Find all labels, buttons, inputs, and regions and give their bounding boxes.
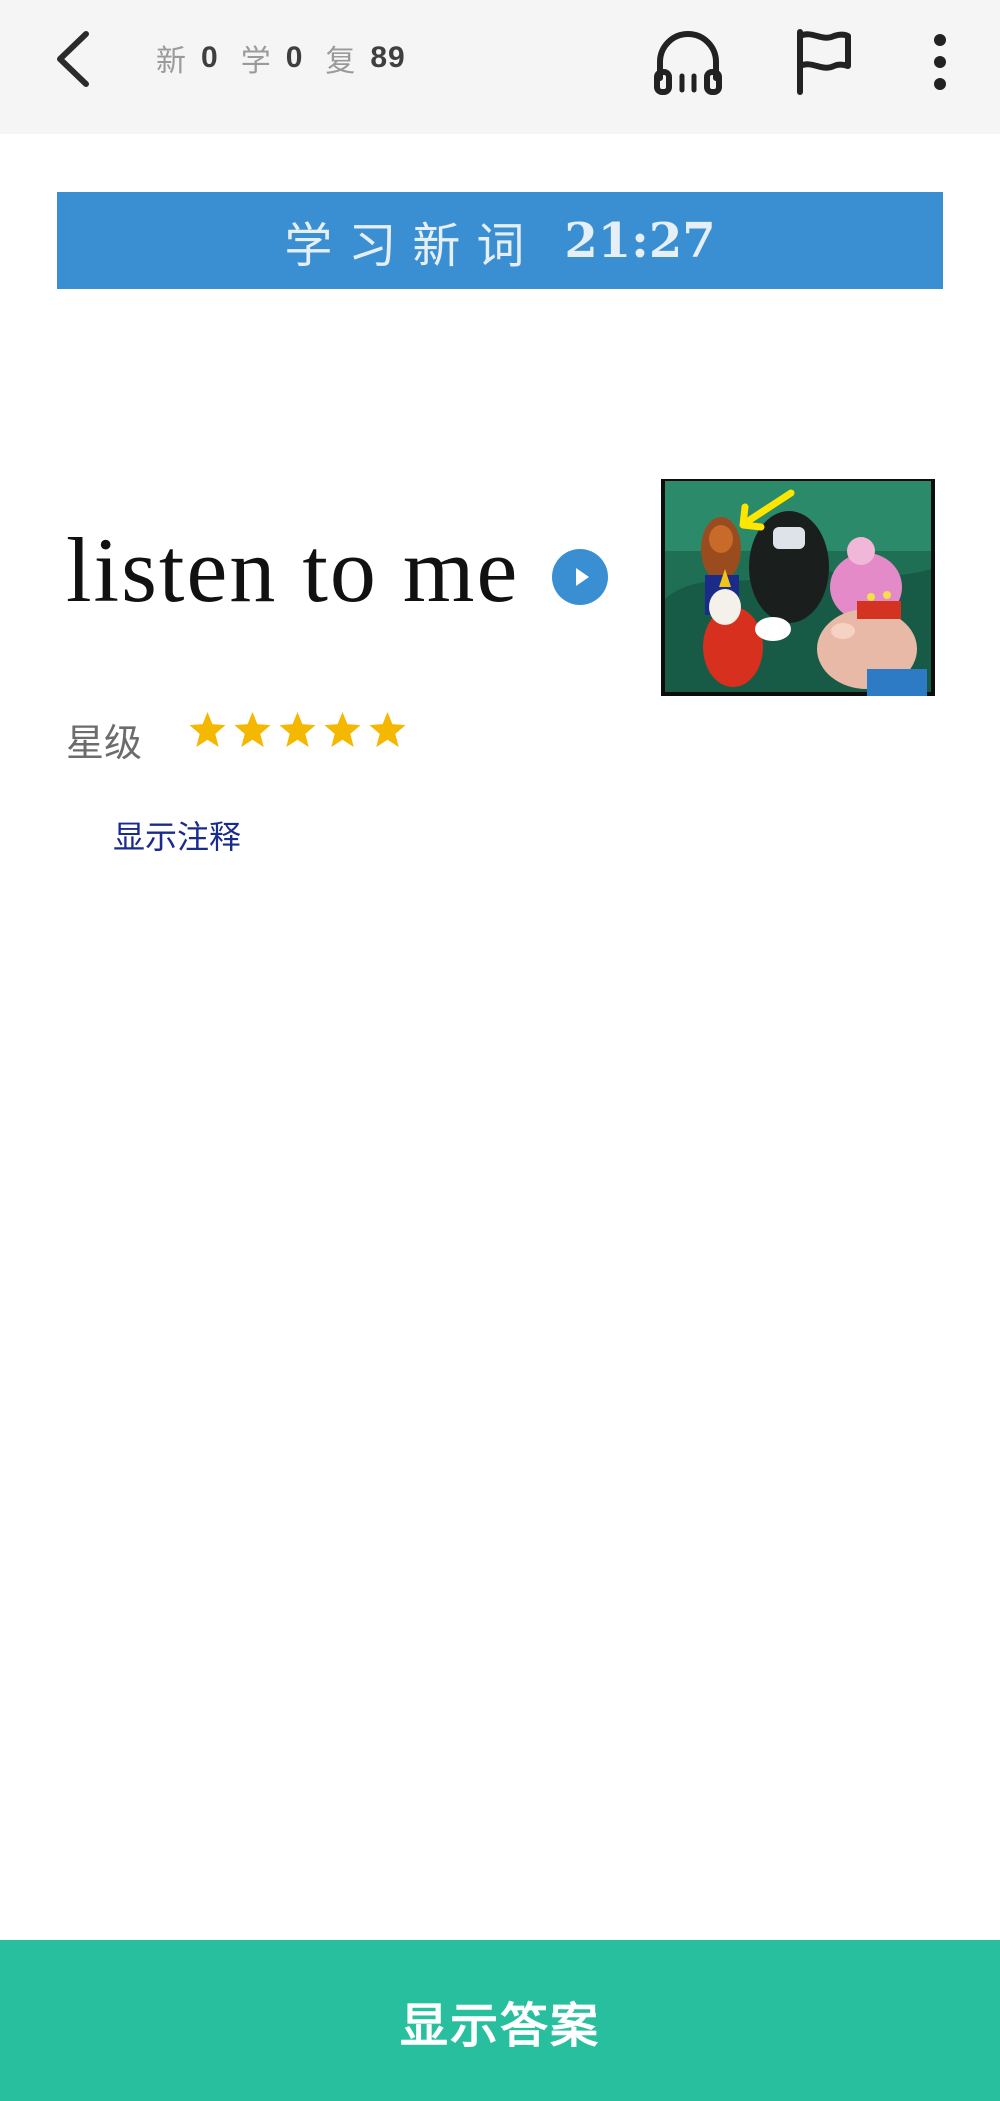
review-count: 89	[370, 41, 406, 74]
banner-title: 学习新词	[284, 217, 541, 274]
show-answer-button[interactable]: 显示答案	[0, 1940, 1000, 2101]
cartoon-illustration	[661, 479, 935, 696]
flag-button[interactable]	[786, 26, 858, 98]
more-vertical-icon	[934, 34, 946, 90]
show-notes-link[interactable]: 显示注释	[113, 812, 241, 858]
listen-mode-button[interactable]	[652, 26, 724, 98]
review-count-label: 复	[325, 44, 357, 79]
rating-label: 星级	[66, 721, 143, 765]
star-icon	[324, 711, 361, 748]
star-rating	[188, 710, 407, 749]
star-icon	[234, 711, 271, 748]
study-word: listen to me	[66, 519, 520, 621]
top-bar: 新 0 学 0 复 89	[0, 0, 1000, 134]
back-arrow-icon	[57, 31, 89, 87]
back-button[interactable]	[48, 24, 104, 94]
show-answer-label: 显示答案	[399, 1997, 600, 2054]
app-screen: 新 0 学 0 复 89 学习新词 21:27 listen to me 星级 …	[0, 0, 1000, 2101]
progress-counters: 新 0 学 0 复 89	[156, 38, 428, 79]
word-illustration[interactable]	[661, 479, 935, 696]
learn-count-label: 学	[240, 44, 272, 79]
banner-timer: 21:27	[564, 212, 716, 269]
learn-count: 0	[285, 41, 304, 74]
flag-icon	[797, 29, 851, 95]
star-icon	[279, 711, 316, 748]
pronunciation-play-button[interactable]	[552, 549, 608, 605]
star-icon	[189, 711, 226, 748]
session-banner: 学习新词 21:27	[57, 192, 943, 289]
more-options-button[interactable]	[904, 26, 976, 98]
star-icon	[369, 711, 406, 748]
headphones-icon	[654, 31, 722, 95]
new-count-label: 新	[156, 44, 187, 79]
play-icon	[576, 568, 589, 586]
new-count: 0	[201, 41, 219, 74]
